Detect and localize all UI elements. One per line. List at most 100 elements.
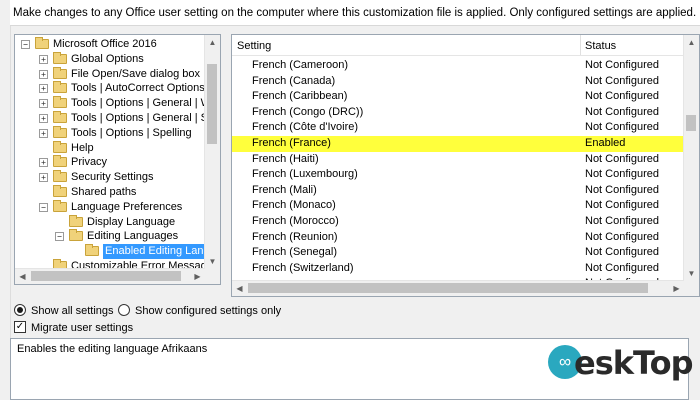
scroll-thumb[interactable]: [31, 271, 181, 281]
tree-item-label: Tools | Options | Spelling: [71, 126, 192, 139]
radio-button[interactable]: [118, 304, 130, 316]
list-row[interactable]: French (Reunion) Not Configured: [232, 230, 684, 246]
expand-plus-icon[interactable]: +: [39, 173, 48, 183]
tree-rows: − Microsoft Office 2016 + Global Options + Fi…: [15, 35, 205, 269]
list-row[interactable]: French (Caribbean) Not Configured: [232, 89, 684, 105]
list-row[interactable]: French (Senegal) Not Configured: [232, 245, 684, 261]
watermark-brand: eskTop: [574, 344, 693, 382]
setting-status: Not Configured: [585, 121, 659, 134]
show-configured-settings-label: Show configured settings only: [135, 305, 282, 317]
list-rows: French (Cameroon) Not Configured French (C…: [232, 56, 684, 281]
folder-icon: [53, 81, 67, 94]
collapse-minus-icon[interactable]: −: [39, 202, 48, 212]
list-row[interactable]: French (Morocco) Not Configured: [232, 214, 684, 230]
checkmark-icon[interactable]: ✓: [14, 321, 26, 333]
setting-status: Not Configured: [585, 183, 659, 196]
expand-plus-icon[interactable]: +: [39, 128, 48, 138]
scroll-thumb[interactable]: [207, 64, 217, 144]
column-divider[interactable]: [580, 35, 581, 55]
collapse-minus-icon[interactable]: −: [55, 232, 64, 242]
tree-item[interactable]: + Tools | Options | General | Ser: [15, 111, 205, 126]
radio-button[interactable]: [14, 304, 26, 316]
expand-plus-icon[interactable]: +: [39, 84, 48, 94]
folder-icon: [35, 37, 49, 49]
setting-status: Not Configured: [585, 59, 659, 71]
expand-plus-icon[interactable]: +: [39, 114, 48, 123]
tree-item[interactable]: Help: [15, 140, 205, 156]
setting-name: French (Caribbean): [252, 90, 348, 103]
list-row[interactable]: French (Cameroon) Not Configured: [232, 58, 684, 74]
tree-vertical-scrollbar[interactable]: ▲ ▼: [204, 35, 220, 269]
tree-horizontal-scrollbar[interactable]: ◀ ▶: [15, 268, 205, 284]
scroll-up-arrow-icon[interactable]: ▲: [684, 35, 699, 50]
tree-item-label: Tools | Options | General | We: [71, 97, 205, 110]
list-row[interactable]: French (Mali) Not Configured: [232, 183, 684, 199]
tree-item[interactable]: − Language Preferences: [15, 199, 205, 215]
setting-name: French (France): [252, 137, 331, 149]
tree-item-label: Shared paths: [71, 186, 137, 198]
tree-item[interactable]: + Tools | Options | Spelling: [15, 125, 205, 141]
setting-status: Not Configured: [585, 90, 659, 103]
setting-status: Enabled: [585, 137, 626, 149]
list-row[interactable]: French (Haiti) Not Configured: [232, 152, 684, 168]
scroll-corner: [684, 281, 699, 296]
tree-item[interactable]: + Security Settings: [15, 170, 205, 185]
tree-item[interactable]: Display Language: [15, 214, 205, 230]
list-header: Setting Status: [232, 35, 684, 56]
tree-item[interactable]: Shared paths: [15, 185, 205, 200]
tree-item[interactable]: + Privacy: [15, 155, 205, 170]
settings-list[interactable]: Setting Status French (Cameroon) Not Conf…: [231, 34, 700, 297]
scroll-thumb[interactable]: [686, 115, 696, 131]
list-row[interactable]: French (Luxembourg) Not Configured: [232, 167, 684, 183]
tree-item-label: File Open/Save dialog box: [71, 67, 201, 80]
scroll-down-arrow-icon[interactable]: ▼: [205, 254, 220, 269]
expand-plus-icon[interactable]: +: [39, 158, 48, 168]
scroll-left-arrow-icon[interactable]: ◀: [232, 281, 247, 296]
column-header-status[interactable]: Status: [585, 35, 616, 55]
setting-status: Not Configured: [585, 199, 659, 212]
folder-icon: [53, 96, 67, 109]
setting-status: Not Configured: [585, 246, 659, 259]
tree-item-label: Editing Languages: [87, 230, 179, 243]
scroll-right-arrow-icon[interactable]: ▶: [190, 269, 205, 284]
list-row[interactable]: French (Canada) Not Configured: [232, 74, 684, 90]
setting-name: French (Cameroon): [252, 59, 348, 71]
list-row[interactable]: French (Monaco) Not Configured: [232, 198, 684, 214]
tree-item[interactable]: + File Open/Save dialog box: [15, 66, 205, 82]
setting-name: French (Morocco): [252, 215, 339, 227]
list-row[interactable]: French (Congo (DRC)) Not Configured: [232, 105, 684, 121]
tree-item[interactable]: + Global Options: [15, 51, 205, 67]
list-row[interactable]: French (Switzerland) Not Configured: [232, 261, 684, 277]
tree-item-label: Security Settings: [71, 171, 154, 184]
tree-item[interactable]: − Editing Languages: [15, 229, 205, 244]
setting-name: French (Reunion): [252, 230, 338, 243]
settings-tree[interactable]: − Microsoft Office 2016 + Global Options + Fi…: [14, 34, 221, 285]
expand-plus-icon[interactable]: +: [39, 54, 48, 64]
column-header-setting[interactable]: Setting: [237, 35, 271, 55]
list-row[interactable]: French (Côte d'Ivoire) Not Configured: [232, 120, 684, 136]
collapse-minus-icon[interactable]: −: [21, 40, 30, 49]
list-horizontal-scrollbar[interactable]: ◀ ▶: [232, 280, 684, 296]
scroll-right-arrow-icon[interactable]: ▶: [669, 281, 684, 296]
scroll-down-arrow-icon[interactable]: ▼: [684, 266, 699, 281]
tree-item[interactable]: + Tools | Options | General | We: [15, 96, 205, 111]
setting-status: Not Configured: [585, 230, 659, 243]
description-text: Enables the editing language Afrikaans: [17, 343, 208, 355]
folder-icon: [85, 244, 99, 257]
expand-plus-icon[interactable]: +: [39, 99, 48, 109]
setting-name: French (Mali): [252, 183, 317, 196]
list-row[interactable]: French (France) Enabled: [232, 136, 684, 152]
tree-item-label: Global Options: [71, 52, 144, 65]
tree-item[interactable]: − Microsoft Office 2016: [15, 37, 205, 52]
scroll-thumb[interactable]: [248, 283, 648, 293]
migrate-user-settings-label: Migrate user settings: [31, 322, 134, 334]
expand-plus-icon[interactable]: +: [39, 69, 48, 79]
list-vertical-scrollbar[interactable]: ▲ ▼: [683, 35, 699, 281]
scroll-corner: [205, 269, 220, 284]
scroll-up-arrow-icon[interactable]: ▲: [205, 35, 220, 50]
setting-status: Not Configured: [585, 168, 659, 181]
scroll-left-arrow-icon[interactable]: ◀: [15, 269, 30, 284]
setting-status: Not Configured: [585, 105, 659, 118]
tree-item[interactable]: + Tools | AutoCorrect Options…: [15, 81, 205, 96]
tree-item[interactable]: Enabled Editing Langu: [15, 244, 205, 260]
